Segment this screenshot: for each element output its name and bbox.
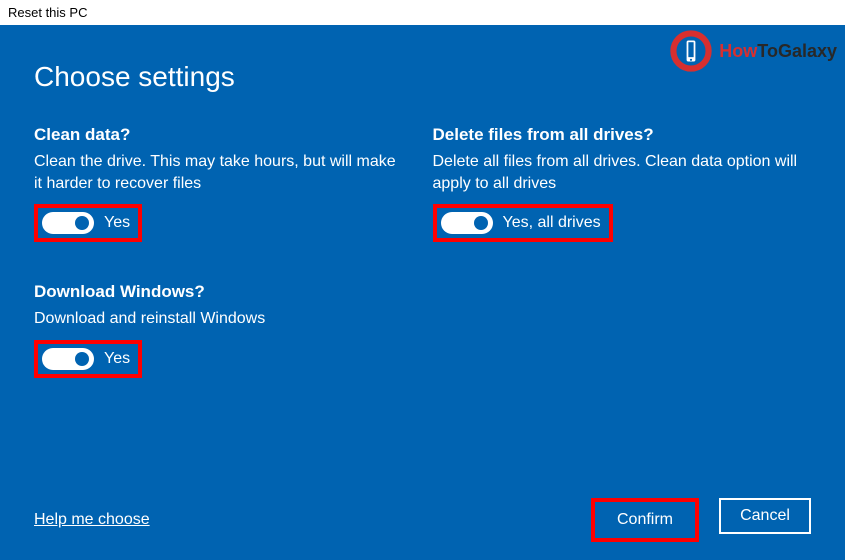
delete-all-drives-toggle[interactable] [441, 212, 493, 234]
setting-description: Download and reinstall Windows [34, 308, 404, 330]
page-title: Choose settings [34, 61, 811, 93]
setting-description: Clean the drive. This may take hours, bu… [34, 151, 404, 194]
watermark-text-how: How [719, 41, 757, 61]
setting-clean-data: Clean data? Clean the drive. This may ta… [34, 125, 404, 242]
highlight-box: Yes, all drives [433, 204, 613, 242]
highlight-box: Yes [34, 340, 142, 378]
toggle-knob-icon [75, 352, 89, 366]
settings-grid: Clean data? Clean the drive. This may ta… [34, 125, 811, 378]
toggle-knob-icon [75, 216, 89, 230]
watermark-text-to: To [757, 41, 778, 61]
clean-data-toggle[interactable] [42, 212, 94, 234]
toggle-knob-icon [474, 216, 488, 230]
help-me-choose-link[interactable]: Help me choose [34, 511, 150, 529]
setting-title: Delete files from all drives? [433, 125, 803, 145]
toggle-row: Yes, all drives [441, 212, 601, 234]
dialog-container: HowToGalaxy Choose settings Clean data? … [0, 25, 845, 560]
toggle-label: Yes, all drives [503, 214, 601, 232]
cancel-button[interactable]: Cancel [719, 498, 811, 534]
highlight-box: Confirm [591, 498, 699, 542]
setting-description: Delete all files from all drives. Clean … [433, 151, 803, 194]
setting-title: Clean data? [34, 125, 404, 145]
setting-delete-all-drives: Delete files from all drives? Delete all… [433, 125, 803, 242]
dialog-footer: Help me choose Confirm Cancel [34, 498, 811, 542]
setting-download-windows: Download Windows? Download and reinstall… [34, 282, 404, 378]
toggle-row: Yes [42, 212, 130, 234]
toggle-row: Yes [42, 348, 130, 370]
highlight-box: Yes [34, 204, 142, 242]
toggle-label: Yes [104, 214, 130, 232]
watermark-text-galaxy: Galaxy [778, 41, 837, 61]
download-windows-toggle[interactable] [42, 348, 94, 370]
confirm-button[interactable]: Confirm [595, 502, 695, 538]
toggle-label: Yes [104, 350, 130, 368]
window-title: Reset this PC [0, 0, 845, 25]
footer-buttons: Confirm Cancel [591, 498, 811, 542]
setting-title: Download Windows? [34, 282, 404, 302]
